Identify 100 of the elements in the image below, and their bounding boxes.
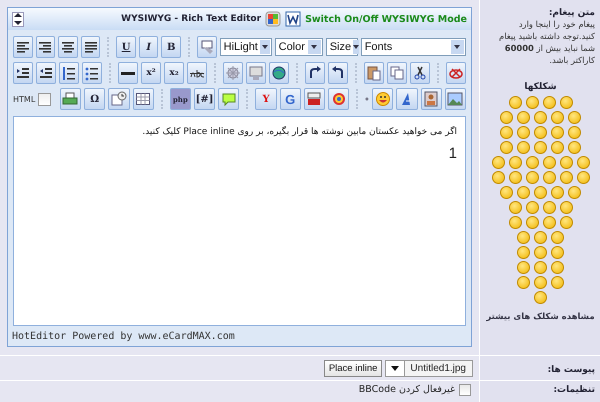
more-smileys-link[interactable]: مشاهده شکلک های بیشتر <box>486 312 595 322</box>
color-wheel-button[interactable] <box>328 88 350 110</box>
outdent-button[interactable] <box>36 62 56 84</box>
strikethrough-button[interactable] <box>187 62 207 84</box>
attachment-file-select[interactable]: Untitled1.jpg <box>385 360 473 376</box>
speech-bubble-button[interactable] <box>218 88 240 110</box>
smiley-icon[interactable] <box>551 186 564 199</box>
smiley-icon[interactable] <box>500 186 513 199</box>
picture-button[interactable] <box>444 88 466 110</box>
printer-button[interactable] <box>60 88 82 110</box>
bbcode-checkbox[interactable] <box>459 384 471 396</box>
smiley-icon[interactable] <box>560 216 572 229</box>
highlight-select[interactable]: HiLight <box>220 38 272 56</box>
copy-button[interactable] <box>387 62 407 84</box>
smiley-icon[interactable] <box>526 216 538 229</box>
place-inline-button[interactable]: Place inline <box>324 360 382 376</box>
smiley-icon[interactable] <box>526 96 538 109</box>
clipboard-button[interactable] <box>364 62 384 84</box>
smiley-icon[interactable] <box>526 156 538 169</box>
smiley-icon[interactable] <box>534 276 547 289</box>
smiley-icon[interactable] <box>551 111 564 124</box>
bold-button[interactable]: B <box>161 36 182 58</box>
smiley-icon[interactable] <box>568 111 581 124</box>
portrait-button[interactable] <box>420 88 442 110</box>
google-button[interactable]: G <box>280 88 301 110</box>
smiley-icon[interactable] <box>568 141 581 154</box>
smiley-icon[interactable] <box>517 261 530 274</box>
smiley-icon[interactable] <box>542 171 556 184</box>
smiley-icon[interactable] <box>568 186 581 199</box>
highlighter-button[interactable] <box>197 36 217 58</box>
code-button[interactable]: [#] <box>194 88 216 110</box>
size-select[interactable]: Size <box>326 38 358 56</box>
smiley-icon[interactable] <box>508 156 522 169</box>
underline-button[interactable]: U <box>116 36 136 58</box>
justify-button[interactable] <box>80 36 100 58</box>
undo-button[interactable] <box>328 62 348 84</box>
wysiwyg-mode-link[interactable]: Switch On/Off WYSIWYG Mode <box>305 14 467 24</box>
redo-button[interactable] <box>305 62 325 84</box>
smiley-icon[interactable] <box>568 126 581 139</box>
smiley-icon[interactable] <box>492 171 504 184</box>
smiley-icon[interactable] <box>551 261 564 274</box>
smiley-icon[interactable] <box>534 261 547 274</box>
smiley-icon[interactable] <box>500 141 513 154</box>
eraser-button[interactable] <box>446 62 466 84</box>
smiley-icon[interactable] <box>560 156 572 169</box>
monitor-button[interactable] <box>246 62 266 84</box>
smiley-icon[interactable] <box>542 216 556 229</box>
numbered-list-button[interactable] <box>59 62 79 84</box>
smiley-icon[interactable] <box>500 126 513 139</box>
superscript-button[interactable]: x² <box>141 62 161 84</box>
table-button[interactable] <box>132 88 154 110</box>
smiley-icon[interactable] <box>517 186 530 199</box>
horizontal-rule-button[interactable] <box>118 62 138 84</box>
smiley-icon[interactable] <box>542 156 556 169</box>
smiley-icon[interactable] <box>576 156 590 169</box>
calendar-clock-button[interactable] <box>108 88 130 110</box>
smiley-icon[interactable] <box>517 111 530 124</box>
bullet-list-button[interactable] <box>82 62 102 84</box>
smiley-icon[interactable] <box>542 96 556 109</box>
smiley-icon[interactable] <box>534 246 547 259</box>
smiley-icon[interactable] <box>526 201 538 214</box>
smiley-button[interactable] <box>372 88 394 110</box>
video-button[interactable] <box>304 88 326 110</box>
smiley-icon[interactable] <box>508 96 522 109</box>
indent-button[interactable] <box>13 62 33 84</box>
smiley-icon[interactable] <box>551 141 564 154</box>
smiley-icon[interactable] <box>534 186 547 199</box>
smiley-icon[interactable] <box>560 201 572 214</box>
smiley-icon[interactable] <box>534 231 547 244</box>
smiley-icon[interactable] <box>517 246 530 259</box>
smiley-icon[interactable] <box>534 141 547 154</box>
smiley-icon[interactable] <box>517 126 530 139</box>
smiley-icon[interactable] <box>534 126 547 139</box>
subscript-button[interactable]: x₂ <box>164 62 184 84</box>
smiley-icon[interactable] <box>492 156 504 169</box>
smiley-icon[interactable] <box>500 111 513 124</box>
smiley-icon[interactable] <box>517 276 530 289</box>
smiley-icon[interactable] <box>534 291 547 304</box>
letter-a-button[interactable] <box>396 88 418 110</box>
smiley-icon[interactable] <box>560 171 572 184</box>
align-center-button[interactable] <box>58 36 78 58</box>
html-checkbox[interactable] <box>38 92 51 106</box>
smiley-icon[interactable] <box>526 171 538 184</box>
smiley-icon[interactable] <box>517 141 530 154</box>
yahoo-button[interactable]: Y <box>255 88 277 110</box>
smiley-icon[interactable] <box>551 126 564 139</box>
special-character-button[interactable]: Ω <box>84 88 106 110</box>
scissors-button[interactable] <box>410 62 430 84</box>
smiley-icon[interactable] <box>551 231 564 244</box>
smiley-icon[interactable] <box>542 201 556 214</box>
smiley-icon[interactable] <box>508 171 522 184</box>
align-left-button[interactable] <box>13 36 33 58</box>
smiley-icon[interactable] <box>508 201 522 214</box>
globe-button[interactable] <box>269 62 289 84</box>
smiley-icon[interactable] <box>534 111 547 124</box>
smiley-icon[interactable] <box>508 216 522 229</box>
align-right-button[interactable] <box>36 36 56 58</box>
smiley-icon[interactable] <box>517 231 530 244</box>
smiley-icon[interactable] <box>560 96 572 109</box>
smiley-icon[interactable] <box>551 276 564 289</box>
